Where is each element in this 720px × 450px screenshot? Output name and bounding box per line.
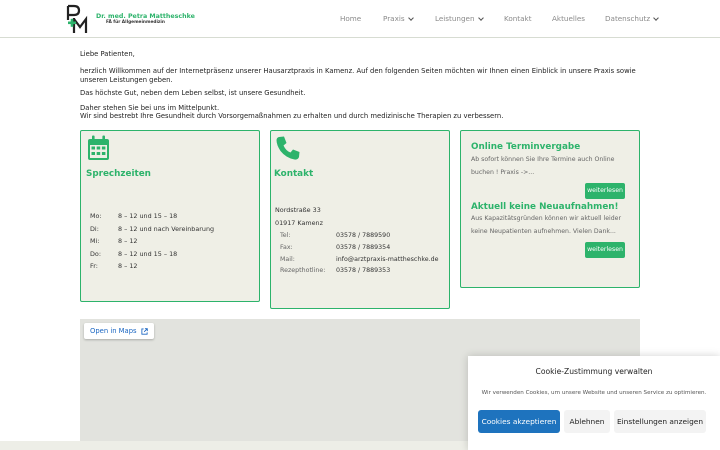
kontakt-card: Kontakt Nordstraße 33 01917 Kamenz Tel: 0… — [270, 130, 450, 309]
intro-paragraph-3a: Daher stehen Sie bei uns im Mittelpunkt. — [80, 104, 220, 113]
hours-value: 8 – 12 — [118, 262, 138, 270]
brand-name: Dr. med. Petra Mattheschke — [96, 13, 195, 20]
news-card: Online Terminvergabe Ab sofort können Si… — [460, 130, 640, 288]
hours-value: 8 – 12 — [118, 237, 138, 245]
cookie-text: Wir verwenden Cookies, um unsere Website… — [481, 390, 707, 396]
nav-praxis[interactable]: Praxis — [383, 14, 414, 23]
cookie-consent-banner: Cookie-Zustimmung verwalten Wir verwende… — [468, 356, 720, 450]
hours-value: 8 – 12 und nach Vereinbarung — [118, 224, 215, 233]
cookie-settings-button[interactable]: Einstellungen anzeigen — [614, 410, 706, 433]
contact-row: Fax: 03578 / 7889354 — [280, 244, 450, 256]
sprechzeiten-card: Sprechzeiten Mo: 8 – 12 und 15 – 18 Di: 8 … — [80, 130, 260, 302]
hours-day: Fr: — [90, 262, 98, 270]
contact-row: Tel: 03578 / 7889590 — [280, 232, 450, 244]
contact-row: Mail: info@arztpraxis-mattheschke.de — [280, 256, 450, 268]
hours-value: 8 – 12 und 15 – 18 — [118, 212, 178, 220]
contact-label: Tel: — [280, 232, 291, 239]
hours-day: Do: — [90, 249, 101, 258]
neuaufnahmen-text: Aus Kapazitätsgründen können wir aktuell… — [471, 215, 622, 235]
cookie-title: Cookie-Zustimmung verwalten — [535, 367, 653, 376]
nav-kontakt[interactable]: Kontakt — [504, 14, 532, 23]
calendar-icon — [88, 135, 109, 160]
nav-datenschutz[interactable]: Datenschutz — [605, 14, 659, 23]
hours-day: Mi: — [90, 237, 100, 245]
address-city: 01917 Kamenz — [275, 218, 323, 227]
chevron-down-icon — [407, 15, 414, 21]
logo-icon[interactable] — [66, 4, 90, 35]
open-in-maps-link[interactable]: Open in Maps — [84, 323, 154, 339]
accept-cookies-button[interactable]: Cookies akzeptieren — [478, 410, 560, 433]
address-street: Nordstraße 33 — [275, 206, 321, 214]
online-termin-text: Ab sofort können Sie Ihre Termine auch O… — [471, 156, 615, 176]
hours-day: Mo: — [90, 212, 102, 220]
intro-paragraph-3b: Wir sind bestrebt Ihre Gesundheit durch … — [80, 112, 504, 121]
read-more-button[interactable]: weiterlesen — [585, 242, 625, 258]
neuaufnahmen-title: Aktuell keine Neuaufnahmen! — [471, 202, 619, 212]
sprechzeiten-title: Sprechzeiten — [86, 169, 151, 179]
phone-icon — [276, 136, 300, 160]
address: Nordstraße 33 01917 Kamenz — [275, 204, 323, 229]
contact-table: Tel: 03578 / 7889590 Fax: 03578 / 7889354 … — [280, 232, 450, 279]
hours-value: 8 – 12 und 15 – 18 — [118, 249, 178, 258]
kontakt-title: Kontakt — [274, 169, 314, 179]
external-link-icon — [141, 327, 148, 335]
online-termin-title: Online Terminvergabe — [471, 142, 581, 152]
open-in-maps-label: Open in Maps — [90, 327, 137, 335]
nav-home[interactable]: Home — [340, 14, 361, 23]
fax-number: 03578 / 7889354 — [336, 243, 391, 251]
hours-day: Di: — [90, 224, 99, 233]
intro-paragraph-1: herzlich Willkommen auf der Internetpräs… — [80, 67, 636, 84]
brand-subtitle: FÄ für Allgemeinmedizin — [106, 20, 165, 25]
email-link[interactable]: info@arztpraxis-mattheschke.de — [336, 256, 439, 263]
phone-number-link[interactable]: 03578 / 7889590 — [336, 232, 390, 239]
nav-aktuelles[interactable]: Aktuelles — [552, 14, 585, 23]
intro-text: Liebe Patienten, herzlich Willkommen auf… — [80, 50, 640, 121]
contact-label: Fax: — [280, 243, 293, 251]
contact-row: Rezepthotline: 03578 / 7889353 — [280, 267, 450, 279]
nav-leistungen[interactable]: Leistungen — [435, 14, 484, 23]
read-more-button[interactable]: weiterlesen — [585, 183, 625, 199]
site-header: Dr. med. Petra Mattheschke FÄ für Allgem… — [0, 0, 720, 38]
contact-label: Mail: — [280, 255, 295, 263]
contact-label: Rezepthotline: — [280, 267, 326, 275]
chevron-down-icon — [477, 15, 484, 21]
hotline-number-link[interactable]: 03578 / 7889353 — [336, 267, 390, 274]
intro-paragraph-2: Das höchste Gut, neben dem Leben selbst,… — [80, 88, 306, 97]
intro-greeting: Liebe Patienten, — [80, 50, 135, 58]
chevron-down-icon — [653, 15, 659, 21]
brand[interactable]: Dr. med. Petra Mattheschke FÄ für Allgem… — [96, 13, 195, 26]
deny-cookies-button[interactable]: Ablehnen — [564, 410, 610, 433]
